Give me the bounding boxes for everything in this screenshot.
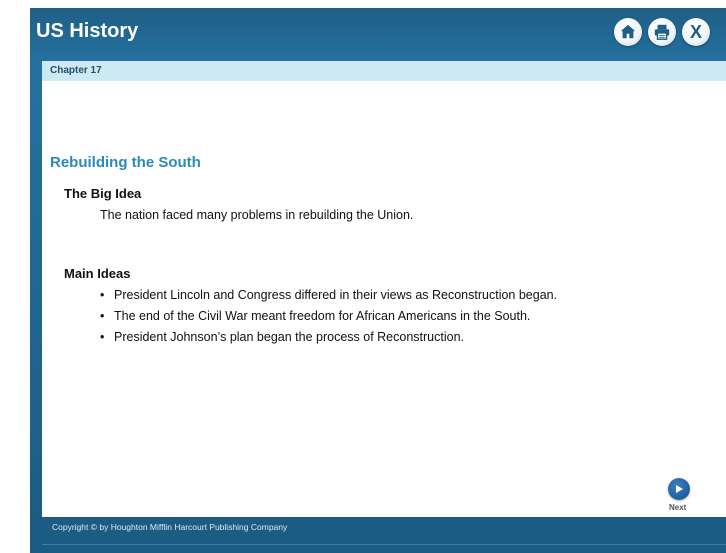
close-button[interactable]: X [682, 18, 710, 46]
slide-window: US History X Chapter 17 Rebuilding the S… [0, 0, 726, 553]
chapter-label: Chapter 17 [50, 65, 102, 76]
copyright-text: Copyright © by Houghton Mifflin Harcourt… [52, 522, 288, 532]
chapter-bar: Chapter 17 [42, 61, 726, 81]
bullet: • [100, 288, 105, 302]
print-button[interactable] [648, 18, 676, 46]
play-arrow-icon [676, 485, 683, 493]
footer-divider [42, 544, 726, 545]
home-button[interactable] [614, 18, 642, 46]
next-label[interactable]: Next [669, 503, 686, 512]
list-item: • The end of the Civil War meant freedom … [100, 306, 557, 327]
outer-margin [0, 0, 30, 553]
bullet: • [100, 309, 105, 323]
content-panel: Rebuilding the South The Big Idea The na… [42, 81, 726, 517]
slide-frame: US History X Chapter 17 Rebuilding the S… [30, 8, 726, 553]
main-ideas-list: • President Lincoln and Congress differed… [100, 285, 557, 348]
main-ideas-heading: Main Ideas [64, 266, 131, 281]
bullet: • [100, 330, 105, 344]
main-idea-text: The end of the Civil War meant freedom f… [114, 309, 531, 323]
list-item: • President Lincoln and Congress differed… [100, 285, 557, 306]
big-idea-heading: The Big Idea [64, 186, 142, 201]
section-title: Rebuilding the South [50, 154, 201, 171]
main-idea-text: President Johnson’s plan began the proce… [114, 330, 464, 344]
next-button[interactable] [668, 478, 690, 500]
print-icon [654, 24, 670, 40]
close-icon: X [689, 22, 702, 42]
app-title: US History [36, 20, 139, 42]
list-item: • President Johnson’s plan began the proc… [100, 327, 557, 348]
home-icon [620, 24, 636, 39]
main-idea-text: President Lincoln and Congress differed … [114, 288, 558, 302]
big-idea-text: The nation faced many problems in rebuil… [100, 208, 414, 222]
